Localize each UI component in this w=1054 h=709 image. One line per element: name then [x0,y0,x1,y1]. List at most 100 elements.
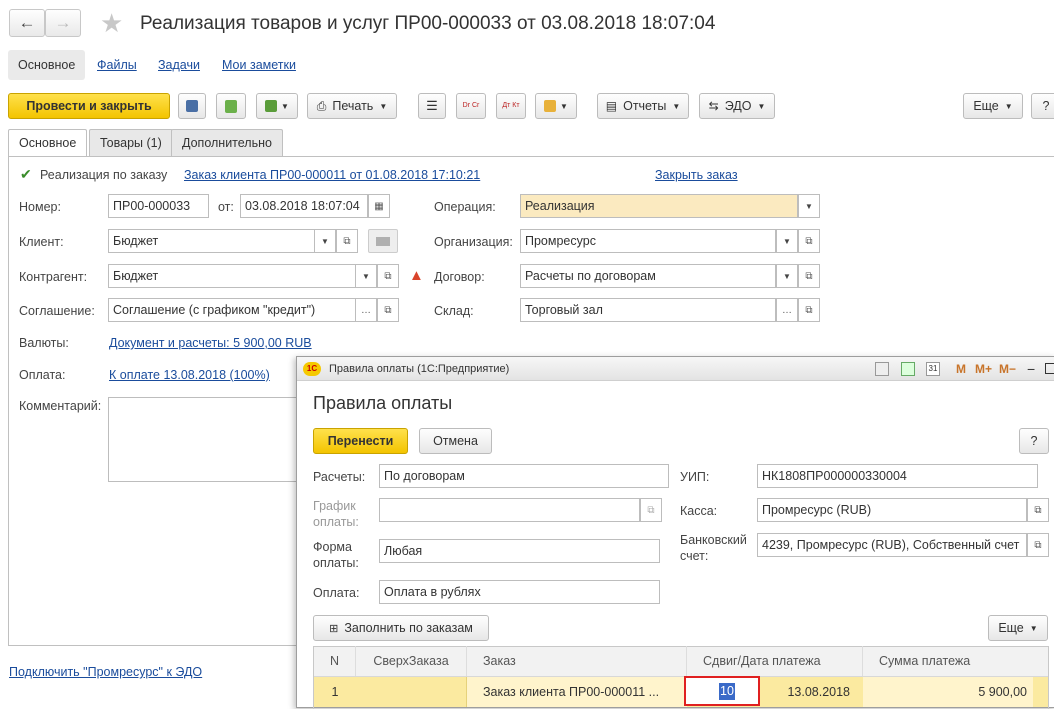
org-dropdown[interactable]: ▼ [776,229,798,253]
uip-label: УИП: [680,470,710,484]
link-icon[interactable] [875,362,889,376]
transfer-button[interactable]: Перенести [313,428,408,454]
settlements-field[interactable]: По договорам [379,464,669,488]
dialog-payment-field[interactable]: Оплата в рублях [379,580,660,604]
bank-account-field[interactable]: 4239, Промресурс (RUB), Собственный счет [757,533,1027,557]
list-button[interactable]: ☰ [418,93,446,119]
operation-dropdown[interactable]: ▼ [798,194,820,218]
row-date: 13.08.2018 [787,685,850,699]
row-order[interactable]: Заказ клиента ПР00-000011 ... [467,677,687,707]
currency-link[interactable]: Документ и расчеты: 5 900,00 RUB [109,336,312,350]
payment-link[interactable]: К оплате 13.08.2018 (100%) [109,368,270,382]
col-over-order[interactable]: СверхЗаказа [356,646,467,676]
print-button[interactable]: ⎙ Печать ▼ [307,93,397,119]
related-docs-button[interactable]: ▼ [535,93,577,119]
forward-button[interactable]: → [45,9,81,37]
payment-form-field[interactable]: Любая [379,539,660,563]
dt-kt-ru-button[interactable]: Дт Кт [496,93,526,119]
org-open-button[interactable]: ⧉ [798,229,820,253]
warehouse-select-button[interactable]: … [776,298,798,322]
dialog-more-button[interactable]: Еще ▼ [988,615,1048,641]
number-label: Номер: [19,200,61,214]
section-notes[interactable]: Мои заметки [222,50,296,80]
col-n[interactable]: N [314,646,356,676]
client-card-button[interactable] [368,229,398,253]
fill-by-orders-button[interactable]: ⊞ Заполнить по заказам [313,615,489,641]
from-label: от: [218,200,234,214]
operation-field[interactable]: Реализация [520,194,798,218]
reports-button[interactable]: ▤ Отчеты ▼ [597,93,689,119]
edo-button[interactable]: ⇆ ЭДО ▼ [699,93,775,119]
memory-m-button[interactable]: M [956,357,966,381]
agreement-select-button[interactable]: … [355,298,377,322]
post-and-close-button[interactable]: Провести и закрыть [8,93,170,119]
list-icon: ☰ [426,98,438,113]
more-button[interactable]: Еще ▼ [963,93,1023,119]
post-button[interactable] [216,93,246,119]
cash-field[interactable]: Промресурс (RUB) [757,498,1027,522]
agreement-open-button[interactable]: ⧉ [377,298,399,322]
open-icon: ⧉ [384,270,392,282]
org-field[interactable]: Промресурс [520,229,776,253]
row-over-order[interactable] [356,677,467,707]
date-field[interactable]: 03.08.2018 18:07:04 [240,194,368,218]
contract-dropdown[interactable]: ▼ [776,264,798,288]
contract-open-button[interactable]: ⧉ [798,264,820,288]
client-field[interactable]: Бюджет [108,229,315,253]
memory-plus-button[interactable]: M+ [975,357,992,381]
memory-minus-button[interactable]: M− [999,357,1016,381]
comment-textarea[interactable] [108,397,308,482]
bank-open-button[interactable]: ⧉ [1027,533,1049,557]
by-order-label: Реализация по заказу [40,168,168,182]
counterparty-field[interactable]: Бюджет [108,264,356,288]
payment-form-label-2: оплаты: [313,556,359,570]
section-tasks[interactable]: Задачи [158,50,200,80]
counterparty-open-button[interactable]: ⧉ [377,264,399,288]
back-button[interactable]: ← [9,9,45,37]
contract-field[interactable]: Расчеты по договорам [520,264,776,288]
order-link[interactable]: Заказ клиента ПР00-000011 от 01.08.2018 … [184,168,480,182]
section-main[interactable]: Основное [8,50,86,80]
col-order[interactable]: Заказ [467,646,687,676]
dialog-payment-label: Оплата: [313,586,360,600]
row-sum[interactable]: 5 900,00 [863,677,1033,707]
calendar-icon[interactable]: 31 [926,362,940,376]
cash-open-button[interactable]: ⧉ [1027,498,1049,522]
open-icon: ⧉ [1034,504,1042,516]
dialog-help-button[interactable]: ? [1019,428,1049,454]
cut-off-text [9,697,299,705]
by-order-checkbox[interactable]: ✔ [20,167,34,181]
chevron-down-icon: ▼ [783,271,791,281]
shift-input[interactable]: 10 [684,676,760,706]
close-order-link[interactable]: Закрыть заказ [655,168,738,182]
col-sum[interactable]: Сумма платежа [863,646,1048,676]
calculator-icon[interactable] [901,362,915,376]
client-dropdown[interactable]: ▼ [314,229,336,253]
maximize-icon[interactable] [1045,363,1054,374]
edo-connect-link[interactable]: Подключить "Промресурс" к ЭДО [9,665,202,679]
col-shift-date[interactable]: Сдвиг/Дата платежа [687,646,863,676]
create-based-on-button[interactable]: ▼ [256,93,298,119]
favorite-star-icon[interactable]: ★ [100,8,123,39]
client-open-button[interactable]: ⧉ [336,229,358,253]
warehouse-field[interactable]: Торговый зал [520,298,776,322]
calendar-icon: ▦ [374,200,384,212]
help-button[interactable]: ? [1031,93,1054,119]
dt-kt-button[interactable]: Dr Cr [456,93,486,119]
warehouse-open-button[interactable]: ⧉ [798,298,820,322]
counterparty-label: Контрагент: [19,270,88,284]
schedule-open-button[interactable]: ⧉ [640,498,662,522]
calendar-button[interactable]: ▦ [368,194,390,218]
uip-field[interactable]: НК1808ПР000000330004 [757,464,1038,488]
save-button[interactable] [178,93,206,119]
number-field[interactable]: ПР00-000033 [108,194,209,218]
tab-main[interactable]: Основное [8,129,88,157]
schedule-field[interactable] [379,498,640,522]
counterparty-dropdown[interactable]: ▼ [355,264,377,288]
agreement-field[interactable]: Соглашение (с графиком "кредит") [108,298,356,322]
tab-additional[interactable]: Дополнительно [171,129,283,156]
cancel-button[interactable]: Отмена [419,428,492,454]
minimize-icon[interactable]: − [1027,357,1035,381]
section-files[interactable]: Файлы [97,50,137,80]
tab-goods[interactable]: Товары (1) [89,129,173,156]
